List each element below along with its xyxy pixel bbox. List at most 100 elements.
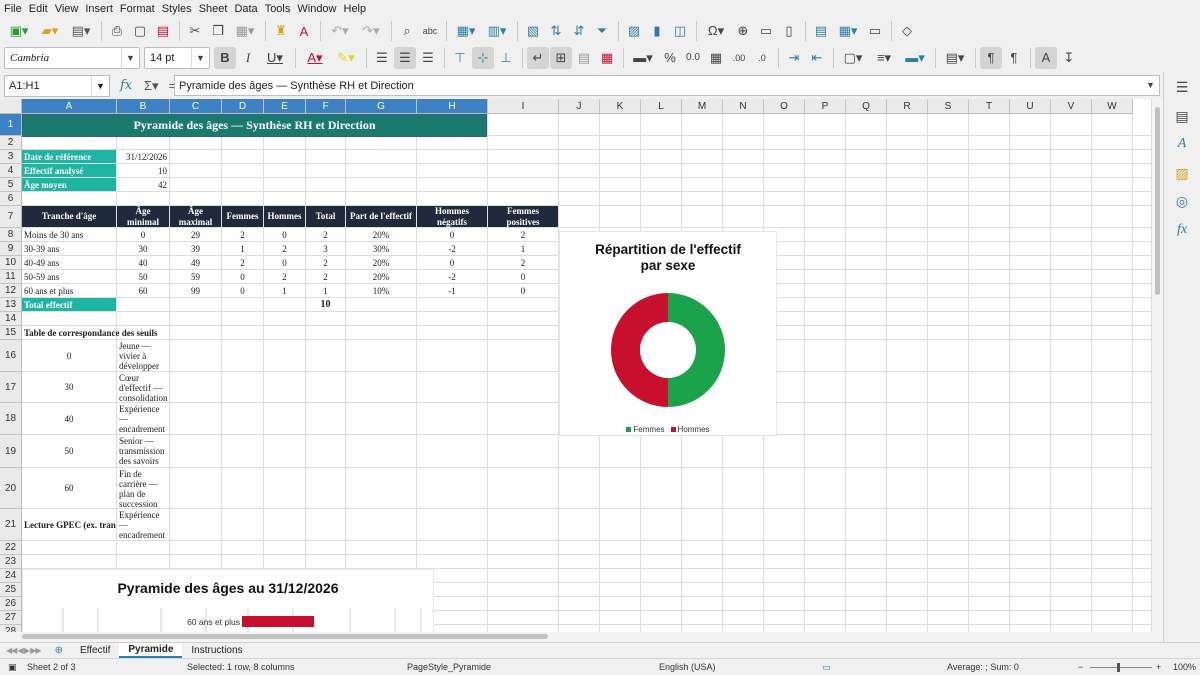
tab-instructions[interactable]: Instructions — [182, 643, 251, 658]
horizontal-scrollbar[interactable] — [0, 632, 1163, 642]
date-format-icon[interactable]: ▦ — [705, 47, 727, 69]
table-header-cell[interactable]: Part de l'effectif — [346, 206, 416, 227]
table-header-cell[interactable]: Tranche d'âge — [22, 206, 116, 227]
total-label-cell[interactable]: Total effectif — [22, 298, 116, 311]
tab-effectif[interactable]: Effectif — [71, 643, 119, 658]
row-header-15[interactable]: 15 — [0, 326, 22, 340]
insert-chart-icon[interactable]: ▮ — [646, 20, 668, 42]
table-cell[interactable]: 2 — [488, 228, 558, 241]
table-cell[interactable]: 0 — [488, 284, 558, 297]
headers-footers-icon[interactable]: ▯ — [778, 20, 800, 42]
column-header-l[interactable]: L — [641, 99, 682, 114]
row-header-27[interactable]: 27 — [0, 611, 22, 625]
print-icon[interactable]: ⎙ — [106, 20, 128, 42]
select-all-corner[interactable] — [0, 99, 22, 114]
table-cell[interactable]: 49 — [170, 256, 221, 269]
table-cell[interactable]: Moins de 30 ans — [22, 228, 116, 241]
define-print-area-icon[interactable]: ▤ — [810, 20, 832, 42]
summary-value-cell[interactable]: 42 — [117, 178, 169, 191]
row-header-5[interactable]: 5 — [0, 178, 22, 192]
font-size-box[interactable]: 14 pt ▼ — [144, 46, 210, 69]
vertical-scroll-thumb[interactable] — [1155, 107, 1160, 295]
row-header-6[interactable]: 6 — [0, 192, 22, 206]
undo-icon[interactable]: ↶▾ — [325, 20, 355, 42]
text-horizontal-icon[interactable]: A — [1035, 46, 1057, 69]
row-header-7[interactable]: 7 — [0, 206, 22, 228]
table-cell[interactable]: 0 — [417, 256, 487, 269]
zoom-in-icon[interactable]: + — [1156, 662, 1161, 672]
threshold-label-cell[interactable]: Cœur d'effectif — consolidation — [117, 372, 169, 402]
cut-icon[interactable]: ✂ — [184, 20, 206, 42]
menu-file[interactable]: File — [4, 3, 29, 15]
copy-icon[interactable]: ❐ — [207, 20, 229, 42]
column-header-g[interactable]: G — [346, 99, 417, 114]
sum-icon[interactable]: Σ▾ — [144, 78, 159, 94]
border-color-icon[interactable]: ▬▾ — [900, 47, 930, 69]
split-window-icon[interactable]: ▭ — [864, 20, 886, 42]
save-icon[interactable]: ▤▾ — [66, 20, 96, 42]
column-header-k[interactable]: K — [600, 99, 641, 114]
clone-formatting-icon[interactable]: ♜ — [270, 20, 292, 42]
document-modified-icon[interactable]: ▣ — [8, 662, 17, 673]
row-header-24[interactable]: 24 — [0, 569, 22, 583]
sort-ascending-icon[interactable]: ⇅ — [545, 20, 567, 42]
threshold-label-cell[interactable]: Fin de carrière — plan de succession — [117, 468, 169, 508]
paste-icon[interactable]: ▦▾ — [230, 20, 260, 42]
row-icon[interactable]: ▦▾ — [451, 20, 481, 42]
column-header-q[interactable]: Q — [846, 99, 887, 114]
table-cell[interactable]: 59 — [170, 270, 221, 283]
column-header-v[interactable]: V — [1051, 99, 1092, 114]
center-vertically-icon[interactable]: ⊹ — [472, 46, 494, 69]
threshold-age-cell[interactable]: 50 — [22, 435, 116, 467]
align-top-icon[interactable]: ⊤ — [449, 47, 471, 69]
align-center-icon[interactable]: ☰ — [394, 46, 416, 69]
column-header-j[interactable]: J — [559, 99, 600, 114]
table-cell[interactable]: 0 — [222, 284, 263, 297]
sidebar-menu-icon[interactable]: ☰ — [1173, 78, 1191, 96]
column-header-h[interactable]: H — [417, 99, 488, 114]
summary-value-cell[interactable]: 10 — [117, 164, 169, 177]
merge-cells-icon[interactable]: ▤ — [573, 47, 595, 69]
donut-slice-femmes[interactable] — [668, 293, 725, 407]
threshold-age-cell[interactable]: 60 — [22, 468, 116, 508]
column-header-f[interactable]: F — [306, 99, 346, 114]
special-character-icon[interactable]: Ω▾ — [701, 20, 731, 42]
table-cell[interactable]: 1 — [488, 242, 558, 255]
pivot-table-icon[interactable]: ▧ — [522, 20, 544, 42]
row-header-26[interactable]: 26 — [0, 597, 22, 611]
navigator-icon[interactable]: ◎ — [1173, 192, 1191, 210]
chevron-down-icon[interactable]: ▼ — [191, 47, 209, 68]
column-header-t[interactable]: T — [969, 99, 1010, 114]
column-header-n[interactable]: N — [723, 99, 764, 114]
table-cell[interactable]: 0 — [417, 228, 487, 241]
table-cell[interactable]: 30 — [117, 242, 169, 255]
table-cell[interactable]: 20% — [346, 228, 416, 241]
sort-descending-icon[interactable]: ⇵ — [568, 20, 590, 42]
row-header-19[interactable]: 19 — [0, 435, 22, 468]
text-vertical-icon[interactable]: ↧ — [1058, 47, 1080, 69]
table-cell[interactable]: 0 — [264, 256, 305, 269]
add-sheet-icon[interactable]: ⊕ — [55, 645, 63, 656]
threshold-age-cell[interactable]: 30 — [22, 372, 116, 402]
table-cell[interactable]: 10% — [346, 284, 416, 297]
print-preview-icon[interactable]: ▢ — [129, 20, 151, 42]
table-cell[interactable]: 2 — [264, 242, 305, 255]
table-header-cell[interactable]: Total — [306, 206, 345, 227]
column-header-u[interactable]: U — [1010, 99, 1051, 114]
summary-label-cell[interactable]: Âge moyen — [22, 178, 116, 191]
table-cell[interactable]: 0 — [117, 228, 169, 241]
table-cell[interactable]: 20% — [346, 256, 416, 269]
chevron-down-icon[interactable]: ▼ — [91, 75, 109, 96]
column-header-w[interactable]: W — [1092, 99, 1133, 114]
formula-input[interactable]: Pyramide des âges — Synthèse RH et Direc… — [174, 75, 1160, 96]
table-cell[interactable]: 50-59 ans — [22, 270, 116, 283]
summary-label-cell[interactable]: Effectif analysé — [22, 164, 116, 177]
table-cell[interactable]: 2 — [306, 270, 345, 283]
decrease-indent-icon[interactable]: ⇤ — [806, 47, 828, 69]
thresholds-title-cell[interactable]: Table de correspondance des seuils — [22, 326, 221, 339]
table-cell[interactable]: 20% — [346, 270, 416, 283]
table-cell[interactable]: 2 — [306, 228, 345, 241]
gpec-value-cell[interactable]: Expérience — encadrement — [117, 509, 169, 540]
clear-formatting-icon[interactable]: A — [293, 20, 315, 42]
table-header-cell[interactable]: Hommes — [264, 206, 305, 227]
